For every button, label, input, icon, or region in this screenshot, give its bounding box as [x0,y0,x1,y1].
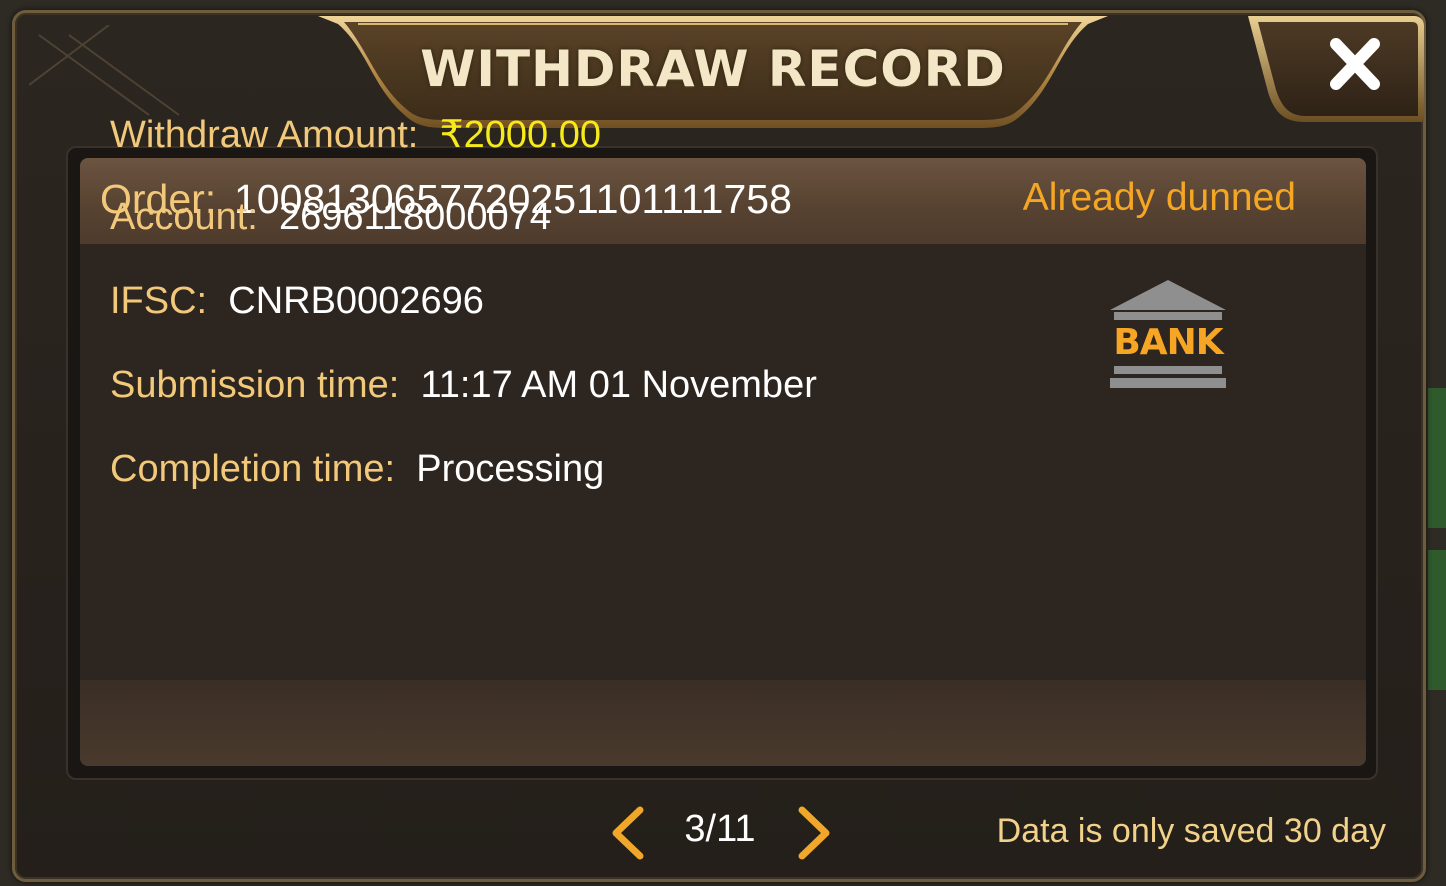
chevron-left-icon[interactable] [606,806,650,860]
close-x-icon [1248,16,1424,122]
account-value: 2696118000074 [279,196,551,238]
status-badge: Already dunned [1022,176,1296,219]
screen: WITHDRAW RECORD Order: 10081306577202511… [0,0,1446,886]
background-button-edge [1428,550,1446,690]
withdraw-amount-value: ₹2000.00 [439,114,602,156]
chevron-right-icon[interactable] [792,806,836,860]
ifsc-value: CNRB0002696 [228,280,484,322]
completion-time-value: Processing [416,448,605,490]
dialog-title: WITHDRAW RECORD [420,40,1006,98]
submission-time-value: 11:17 AM 01 November [420,364,817,406]
close-button[interactable] [1244,12,1426,124]
account-label: Account: [110,196,258,238]
corner-decoration [29,25,180,116]
submission-time-label: Submission time: [110,364,400,406]
ifsc-label: IFSC: [110,280,208,322]
withdraw-amount-label: Withdraw Amount: [110,114,419,156]
background-button-edge [1428,388,1446,528]
submission-time-row: Submission time: 11:17 AM 01 November [110,364,817,407]
completion-time-label: Completion time: [110,448,396,490]
withdraw-amount-row: Withdraw Amount: ₹2000.00 [110,112,601,157]
ifsc-row: IFSC: CNRB0002696 [110,280,484,323]
record-footer [80,680,1366,766]
bank-label: BANK [1113,322,1223,363]
retention-note: Data is only saved 30 day [996,812,1386,850]
account-row: Account: 2696118000074 [110,196,551,239]
completion-time-row: Completion time: Processing [110,448,604,491]
page-indicator: 3/11 [684,808,756,850]
